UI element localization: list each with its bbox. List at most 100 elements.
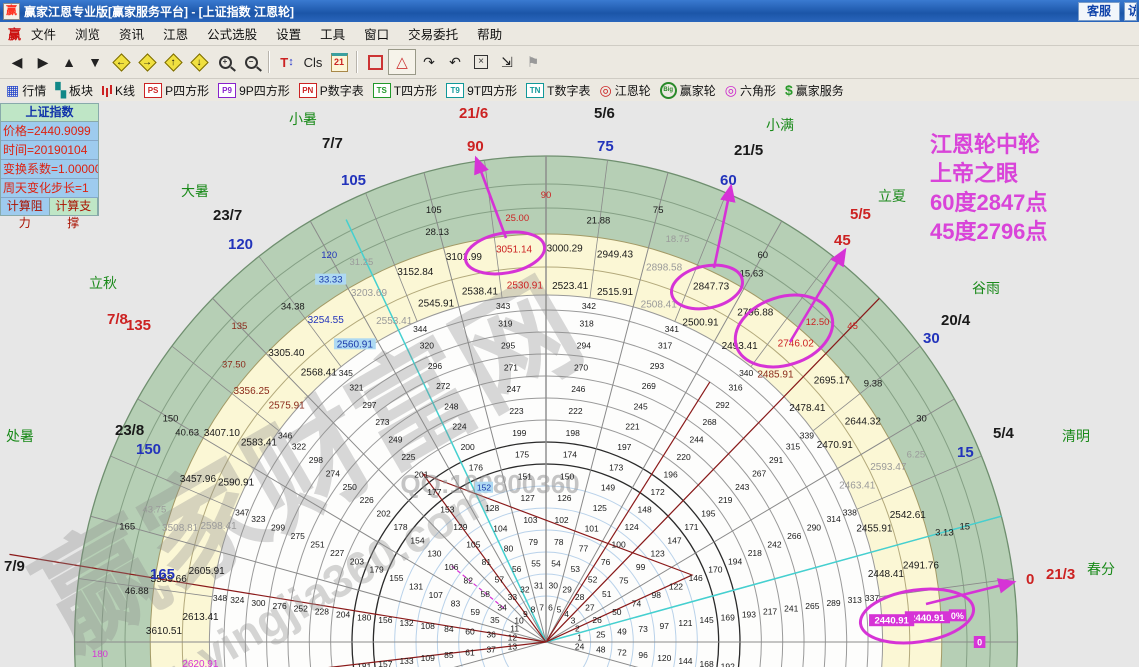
compass-label: 90 <box>467 138 484 155</box>
ribbon-item-行情[interactable]: ▦ 行情 <box>6 82 46 99</box>
menu-item-10[interactable]: 帮助 <box>477 28 502 42</box>
rotate-cw-icon[interactable]: ↷ <box>416 50 442 74</box>
ribbon-item-P四方形[interactable]: PS P四方形 <box>144 82 209 99</box>
wheel-number: 59 <box>470 607 480 617</box>
wheel-number: 96 <box>638 650 648 660</box>
annotation-line: 上帝之眼 <box>930 161 1019 186</box>
customer-service-button[interactable]: 客服 <box>1077 1 1120 21</box>
annotation-line: 江恩轮中轮 <box>930 132 1041 157</box>
menu-item-3[interactable]: 资讯 <box>119 28 144 42</box>
delete-box-icon[interactable]: × <box>468 50 494 74</box>
cls-button[interactable]: Cls <box>300 50 326 74</box>
wheel-number: 313 <box>848 595 862 605</box>
title-bar: 赢 赢家江恩专业版[赢家服务平台] - [上证指数 江恩轮] 客服 访谈 <box>0 0 1139 22</box>
menu-item-8[interactable]: 窗口 <box>364 28 389 42</box>
wheel-number: 272 <box>436 381 450 391</box>
wheel-number: 315 <box>786 442 800 452</box>
wheel-number: 202 <box>377 509 391 519</box>
ribbon-item-T数字表[interactable]: TN T数字表 <box>526 82 590 99</box>
ribbon-item-赢家轮[interactable]: Big 赢家轮 <box>659 81 716 99</box>
forward-icon[interactable]: ▶ <box>30 50 56 74</box>
ribbon-item-江恩轮[interactable]: ◎ 江恩轮 <box>599 82 650 99</box>
wheel-number: 124 <box>625 522 639 532</box>
wheel-number: 101 <box>585 523 599 533</box>
up-arrow-icon[interactable]: ▲ <box>56 50 82 74</box>
rotate-ccw-icon[interactable]: ↶ <box>442 50 468 74</box>
wheel-number: 297 <box>362 400 376 410</box>
outer-price-label: 2898.58 <box>646 262 683 273</box>
menu-item-6[interactable]: 设置 <box>276 28 301 42</box>
inner-price-label: 2455.91 <box>856 524 893 535</box>
compass-label: 谷雨 <box>972 280 1000 296</box>
zoom-in-icon[interactable]: + <box>212 50 238 74</box>
wheel-number: 151 <box>518 471 532 481</box>
compass-label: 120 <box>228 236 253 253</box>
wheel-number: 192 <box>721 662 735 667</box>
ribbon-item-9T四方形[interactable]: T9 9T四方形 <box>446 82 517 99</box>
quote-panel: 上证指数 价格=2440.9099 时间=20190104 变换系数=1.00000… <box>0 103 99 230</box>
wheel-number: 157 <box>378 659 392 667</box>
compass-label: 21/5 <box>734 142 763 159</box>
wheel-number: 174 <box>563 450 577 460</box>
inner-price-label: 2485.91 <box>757 370 794 381</box>
percent-label: 21.88 <box>586 215 610 226</box>
pan-left-icon[interactable]: ← <box>108 50 134 74</box>
wheel-number: 26 <box>592 615 602 625</box>
menu-item-2[interactable]: 浏览 <box>75 28 100 42</box>
wheel-number: 3 <box>571 616 576 626</box>
ribbon-item-赢家服务[interactable]: $ 赢家服务 <box>785 82 844 99</box>
partial-button[interactable]: 访谈 <box>1124 1 1137 21</box>
down-arrow-icon[interactable]: ▼ <box>82 50 108 74</box>
menu-item-5[interactable]: 公式选股 <box>207 28 257 42</box>
T9-icon: T9 <box>446 82 465 98</box>
wheel-number: 125 <box>593 503 607 513</box>
wheel-number: 300 <box>251 598 265 608</box>
menu-item-4[interactable]: 江恩 <box>163 28 188 42</box>
wheel-number: 250 <box>343 482 357 492</box>
ribbon-item-板块[interactable]: ▚ 板块 <box>55 82 93 99</box>
draw-triangle-icon[interactable]: △ <box>388 49 416 75</box>
menu-item-7[interactable]: 工具 <box>320 28 345 42</box>
flag-icon[interactable]: ⚑ <box>520 50 546 74</box>
wheel-number: 243 <box>735 482 749 492</box>
wheel-number: 252 <box>294 604 308 614</box>
wheel-number: 133 <box>399 656 413 666</box>
inner-price-label: 2620.91 <box>182 659 219 667</box>
back-icon[interactable]: ◀ <box>4 50 30 74</box>
ribbon-item-9P四方形[interactable]: P9 9P四方形 <box>218 82 290 99</box>
calc-resistance-button[interactable]: 计算阻力 <box>1 198 50 230</box>
ribbon-item-T四方形[interactable]: TS T四方形 <box>372 82 437 99</box>
menu-item-9[interactable]: 交易委托 <box>408 28 458 42</box>
time-axis-icon[interactable]: T ↕ <box>274 50 300 74</box>
pan-right-icon[interactable]: → <box>134 50 160 74</box>
compass-label: 春分 <box>1087 561 1115 577</box>
inner-price-label: 2523.41 <box>552 281 589 292</box>
outer-price-label: 2847.73 <box>693 282 730 293</box>
ribbon-item-P数字表[interactable]: PN P数字表 <box>298 82 364 99</box>
wheel-annotation: 江恩轮中轮 上帝之眼 60度2847点 45度2796点 <box>930 130 1047 246</box>
inner-price-label: 2515.91 <box>597 287 634 298</box>
wheel-number: 147 <box>667 535 681 545</box>
pan-up-icon[interactable]: ↑ <box>160 50 186 74</box>
wheel-number: 126 <box>557 493 571 503</box>
compass-label: 0 <box>1026 571 1034 588</box>
wheel-number: 294 <box>577 341 591 351</box>
resize-icon[interactable]: ⇲ <box>494 50 520 74</box>
outer-price-label: 2542.61 <box>890 510 927 521</box>
zoom-out-icon[interactable]: − <box>238 50 264 74</box>
wheel-number: 13 <box>508 642 518 652</box>
calendar-icon[interactable]: 21 <box>326 50 352 74</box>
compass-label: 30 <box>923 330 940 347</box>
menu-item-1[interactable]: 文件 <box>31 28 56 42</box>
draw-square-icon[interactable] <box>362 50 388 74</box>
ribbon-item-六角形[interactable]: ◎ 六角形 <box>725 82 776 99</box>
P9-icon: P9 <box>218 82 237 98</box>
inner-price-label: 2613.41 <box>182 612 219 623</box>
panel-title: 上证指数 <box>1 104 98 122</box>
wheel-number: 79 <box>528 537 538 547</box>
ribbon-item-K线[interactable]: K线 <box>102 82 135 99</box>
degree-label: 150 <box>163 414 179 425</box>
calc-support-button[interactable]: 计算支撑 <box>49 198 98 230</box>
inner-price-label: 2470.91 <box>817 440 854 451</box>
pan-down-icon[interactable]: ↓ <box>186 50 212 74</box>
